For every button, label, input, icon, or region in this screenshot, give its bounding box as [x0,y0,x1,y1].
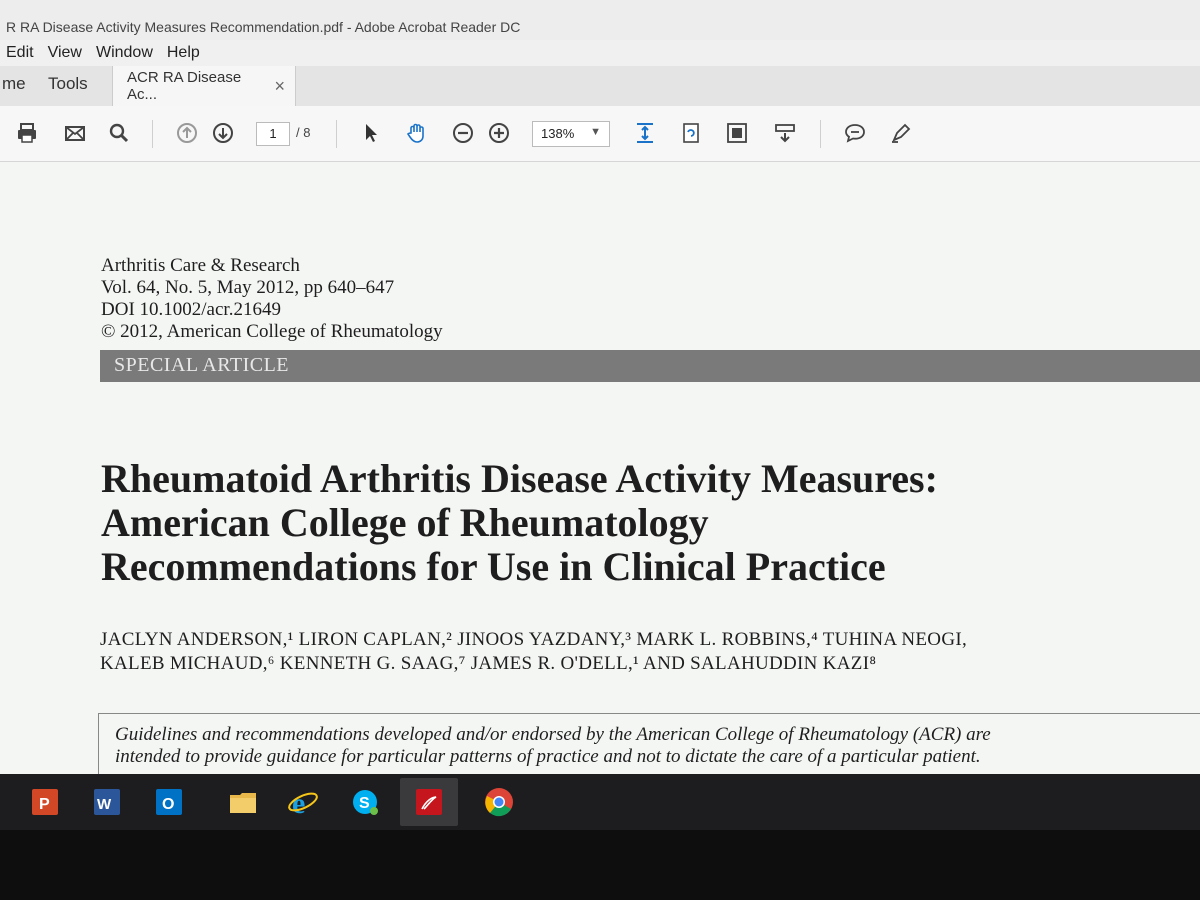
title-line: Rheumatoid Arthritis Disease Activity Me… [101,457,938,501]
page-total: / 8 [296,125,311,140]
skype-icon[interactable]: S [336,778,394,826]
page-number-input[interactable]: 1 [256,122,290,146]
svg-text:e: e [292,787,305,819]
sign-icon[interactable] [888,120,914,146]
print-icon[interactable] [14,120,40,146]
acrobat-icon[interactable] [400,778,458,826]
select-icon[interactable] [358,120,384,146]
menu-help[interactable]: Help [167,44,200,62]
menu-edit[interactable]: Edit [6,44,34,62]
email-icon[interactable] [62,120,88,146]
article-title: Rheumatoid Arthritis Disease Activity Me… [101,457,1200,589]
document-viewport[interactable]: Arthritis Care & Research Vol. 64, No. 5… [0,162,1200,774]
tab-home[interactable]: me [0,66,28,106]
menu-view[interactable]: View [48,44,82,62]
taskbar: P W O e S [0,774,1200,900]
zoom-out-icon[interactable] [450,120,476,146]
menu-bar: Edit View Window Help [0,40,1200,66]
abstract-line: intended to provide guidance for particu… [115,746,981,767]
comment-icon[interactable] [842,120,868,146]
abstract-box: Guidelines and recommendations developed… [98,713,1200,774]
title-line: Recommendations for Use in Clinical Prac… [101,544,886,589]
section-banner: SPECIAL ARTICLE [100,350,1200,382]
hand-icon[interactable] [404,120,430,146]
outlook-icon[interactable]: O [140,778,198,826]
file-explorer-icon[interactable] [214,778,272,826]
journal-name: Arthritis Care & Research [101,255,300,276]
search-icon[interactable] [106,120,132,146]
zoom-select[interactable]: 138% ▼ [532,121,610,147]
zoom-in-icon[interactable] [486,120,512,146]
chevron-down-icon: ▼ [590,126,601,138]
svg-text:S: S [359,795,370,812]
scroll-mode-icon[interactable] [772,120,798,146]
svg-text:P: P [39,796,50,813]
window-title-bar: R RA Disease Activity Measures Recommend… [0,0,1200,40]
authors-line: JACLYN ANDERSON,¹ LIRON CAPLAN,² JINOOS … [100,629,968,650]
tab-tools[interactable]: Tools [28,66,112,106]
internet-explorer-icon[interactable]: e [274,778,332,826]
journal-doi: DOI 10.1002/acr.21649 [101,299,281,320]
toolbar: 1 / 8 138% ▼ [0,106,1200,162]
pdf-page: Arthritis Care & Research Vol. 64, No. 5… [0,162,1200,774]
rotate-icon[interactable] [678,120,704,146]
journal-copyright: © 2012, American College of Rheumatology [101,321,443,342]
full-screen-icon[interactable] [724,120,750,146]
tab-document-label: ACR RA Disease Ac... [127,69,242,103]
chrome-icon[interactable] [470,778,528,826]
journal-info: Arthritis Care & Research Vol. 64, No. 5… [101,255,443,343]
prev-page-icon[interactable] [174,120,200,146]
tab-document[interactable]: ACR RA Disease Ac... × [112,66,296,106]
tab-close-button[interactable]: × [274,76,285,97]
tab-bar: me Tools ACR RA Disease Ac... × [0,66,1200,106]
title-line: American College of Rheumatology [101,500,709,545]
fit-page-icon[interactable] [632,120,658,146]
svg-text:W: W [97,796,112,813]
zoom-value: 138% [541,126,575,141]
authors-line: KALEB MICHAUD,⁶ KENNETH G. SAAG,⁷ JAMES … [100,653,877,674]
menu-window[interactable]: Window [96,44,153,62]
abstract-line: Guidelines and recommendations developed… [115,724,991,745]
article-authors: JACLYN ANDERSON,¹ LIRON CAPLAN,² JINOOS … [100,628,1200,676]
svg-text:O: O [162,796,174,813]
journal-volume: Vol. 64, No. 5, May 2012, pp 640–647 [101,277,395,298]
powerpoint-icon[interactable]: P [16,778,74,826]
window-title: R RA Disease Activity Measures Recommend… [6,19,521,35]
next-page-icon[interactable] [210,120,236,146]
word-icon[interactable]: W [78,778,136,826]
